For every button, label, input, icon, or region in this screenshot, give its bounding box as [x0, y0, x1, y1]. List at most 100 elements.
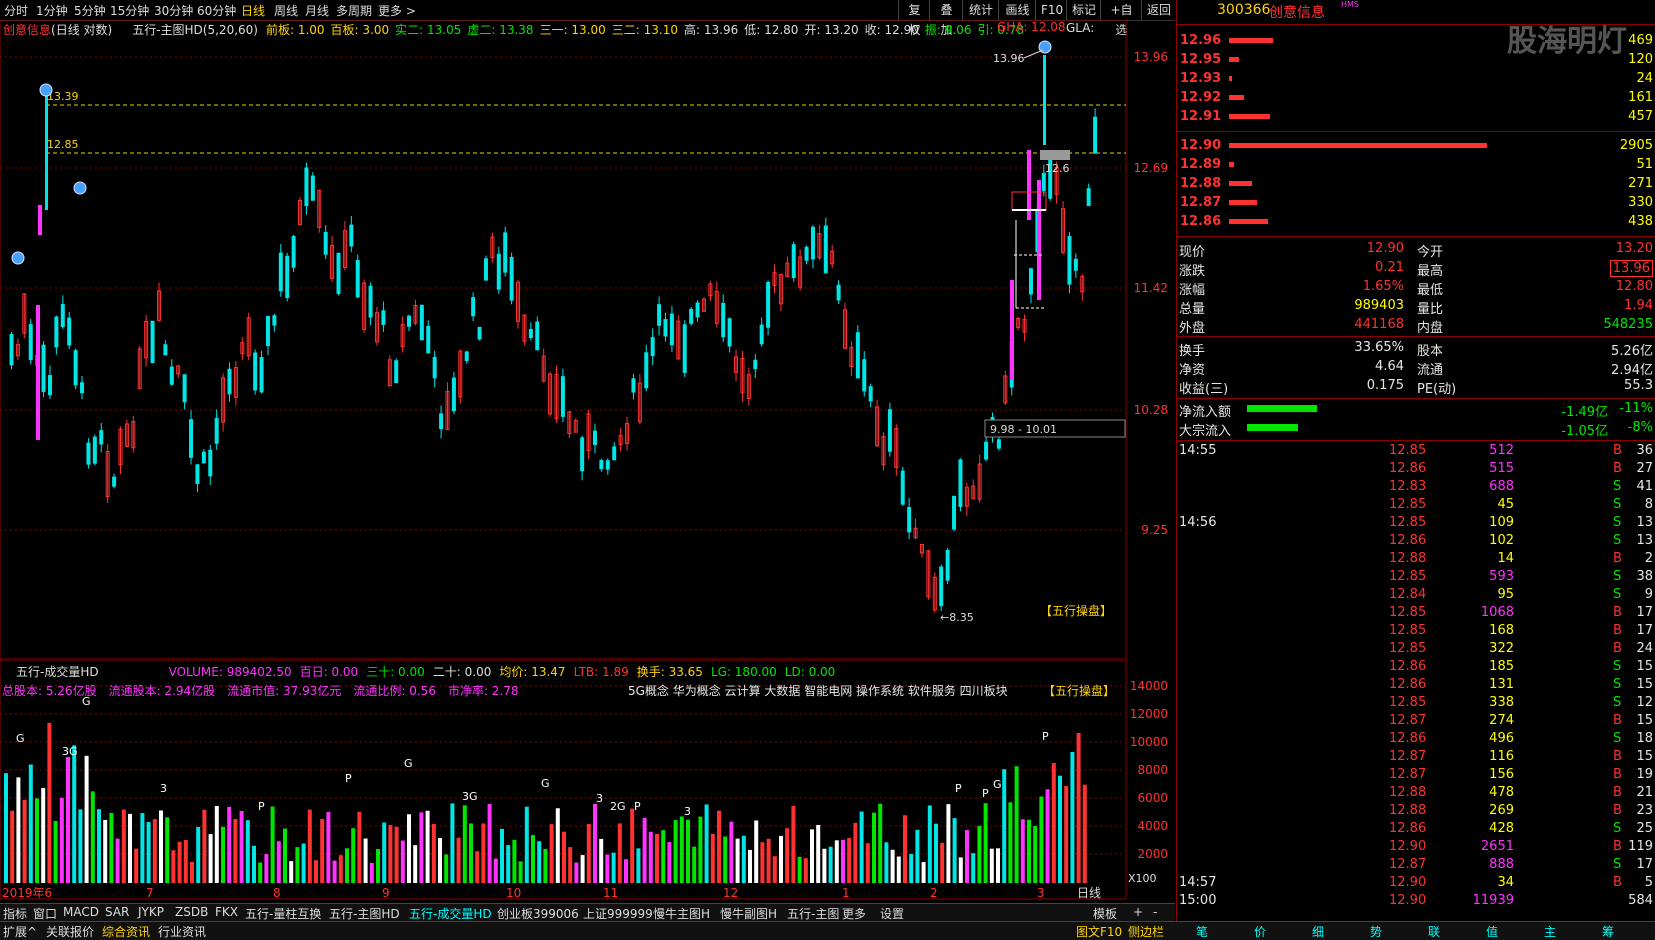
period-7[interactable]: 周线 [274, 2, 298, 19]
tab-16[interactable]: 设置 [880, 905, 904, 922]
toolbar-button-3[interactable]: 画线 [998, 0, 1036, 20]
tab-8[interactable]: 五行-主图HD [329, 905, 400, 922]
sell-level-3[interactable]: 12.93 24 [1177, 71, 1655, 89]
stat-value: 4.64 [1375, 359, 1404, 374]
period-5[interactable]: 60分钟 [197, 2, 236, 19]
buy-level-5[interactable]: 12.86 438 [1177, 214, 1655, 232]
time-axis-label: 2019年6 [2, 886, 52, 900]
tick-side: S [1613, 659, 1622, 674]
period-4[interactable]: 30分钟 [154, 2, 193, 19]
panel-tab-5[interactable]: 值 [1486, 923, 1498, 940]
panel-tab-4[interactable]: 联 [1428, 923, 1440, 940]
panel-tab-6[interactable]: 主 [1544, 923, 1556, 940]
tick-row: 12.86 102 S 13 [1177, 533, 1655, 551]
tab-0[interactable]: 指标 [3, 905, 27, 922]
tab-9[interactable]: 五行-成交量HD [409, 905, 492, 922]
toolbar-button-2[interactable]: 统计 [962, 0, 999, 20]
kline-chart[interactable]: 创意信息(日线 对数) 五行-主图HD(5,20,60) 前板: 1.00 百板: 3… [0, 20, 1175, 660]
tab-15[interactable]: 更多 [842, 905, 866, 922]
volume-chart[interactable]: 14000 12000 10000 8000 6000 4000 2000 X100 G 3G G P… [0, 660, 1175, 900]
period-8[interactable]: 月线 [305, 2, 329, 19]
toolbar-button-0[interactable]: 复权 [898, 0, 930, 37]
panel-tab-7[interactable]: 筹 [1602, 923, 1614, 940]
tick-price: 12.90 [1389, 875, 1427, 890]
high-price-label: 13.96 [993, 52, 1025, 65]
template-tab-1[interactable]: + [1133, 905, 1143, 919]
status-link-0[interactable]: 扩展^ [3, 923, 37, 940]
tick-price: 12.87 [1389, 749, 1427, 764]
period-6[interactable]: 日线 [241, 2, 265, 19]
tick-side: B [1613, 605, 1622, 620]
period-3[interactable]: 15分钟 [110, 2, 149, 19]
tab-4[interactable]: JYKP [138, 905, 164, 919]
tick-row: 12.85 593 S 38 [1177, 569, 1655, 587]
f10-link[interactable]: 图文F10 [1076, 923, 1122, 940]
volume-signal-label: P [1042, 730, 1049, 743]
tab-12[interactable]: 慢牛主图H [653, 905, 710, 922]
stat-value: 12.80 [1615, 279, 1653, 294]
stat-value: 989403 [1354, 298, 1404, 313]
buy-level-1[interactable]: 12.90 2905 [1177, 138, 1655, 156]
volume-signal-label: 3G [62, 745, 78, 758]
tab-11[interactable]: 上证999999 [583, 905, 653, 922]
volume-signal-label: 3 [684, 805, 691, 818]
tab-3[interactable]: SAR [105, 905, 129, 919]
buy-level-2[interactable]: 12.89 51 [1177, 157, 1655, 175]
template-tab-0[interactable]: 模板 [1093, 905, 1117, 922]
quote-stat-row: 总量 989403 量比 1.94 [1177, 298, 1655, 317]
tab-2[interactable]: MACD [63, 905, 99, 919]
tick-volume: 168 [1489, 623, 1514, 638]
toolbar-button-6[interactable]: +自选 [1100, 0, 1142, 37]
book-price: 12.87 [1180, 195, 1222, 210]
panel-tab-1[interactable]: 价 [1254, 923, 1266, 940]
tick-volume: 688 [1489, 479, 1514, 494]
sell-level-1[interactable]: 12.91 457 [1177, 109, 1655, 127]
tab-13[interactable]: 慢牛副图H [720, 905, 777, 922]
stat-label: 最低 [1417, 283, 1444, 298]
period-0[interactable]: 分时 [4, 2, 28, 19]
tab-1[interactable]: 窗口 [33, 905, 57, 922]
sell-level-2[interactable]: 12.92 161 [1177, 90, 1655, 108]
tab-7[interactable]: 五行-量柱互换 [245, 905, 321, 922]
tab-10[interactable]: 创业板399006 [497, 905, 579, 922]
panel-tab-0[interactable]: 笔 [1196, 923, 1208, 940]
tick-count: 8 [1644, 497, 1653, 512]
tick-side: S [1613, 515, 1622, 530]
stock-code: 300366 [1217, 2, 1271, 18]
sell-level-4[interactable]: 12.95 120 [1177, 52, 1655, 70]
toolbar-button-1[interactable]: 叠加 [929, 0, 963, 37]
period-1[interactable]: 1分钟 [36, 2, 68, 19]
tick-side: B [1613, 551, 1622, 566]
tab-6[interactable]: FKX [215, 905, 238, 919]
buy-level-3[interactable]: 12.88 271 [1177, 176, 1655, 194]
tick-row: 12.88 269 B 23 [1177, 803, 1655, 821]
tab-14[interactable]: 五行-主图 [787, 905, 839, 922]
tick-count: 15 [1636, 749, 1653, 764]
level-label-mid: 12.85 [47, 138, 79, 151]
toolbar-button-5[interactable]: 标记 [1066, 0, 1101, 20]
template-tab-2[interactable]: - [1153, 905, 1157, 919]
tick-row: 12.85 168 B 17 [1177, 623, 1655, 641]
sell-level-5[interactable]: 12.96 469 [1177, 33, 1655, 51]
period-10[interactable]: 更多 > [378, 2, 416, 19]
tab-5[interactable]: ZSDB [175, 905, 208, 919]
toolbar-button-7[interactable]: 返回 [1141, 0, 1176, 20]
volume-header-item: LG: 180.00 [710, 665, 777, 679]
status-link-2[interactable]: 综合资讯 [102, 923, 150, 940]
fundamental-row: 换手 33.65% 股本 5.26亿 [1177, 340, 1655, 359]
status-link-3[interactable]: 行业资讯 [158, 923, 206, 940]
panel-tab-3[interactable]: 势 [1370, 923, 1382, 940]
period-2[interactable]: 5分钟 [74, 2, 106, 19]
tick-side: S [1613, 479, 1622, 494]
sidebar-link[interactable]: 侧边栏 [1128, 923, 1164, 940]
tick-side: B [1613, 767, 1622, 782]
tick-row: 12.85 322 B 24 [1177, 641, 1655, 659]
buy-level-4[interactable]: 12.87 330 [1177, 195, 1655, 213]
status-link-1[interactable]: 关联报价 [46, 923, 94, 940]
volume-axis-label: 14000 [1130, 679, 1168, 693]
period-9[interactable]: 多周期 [336, 2, 372, 19]
panel-tab-2[interactable]: 细 [1312, 923, 1324, 940]
stat-label: 流通 [1417, 363, 1444, 378]
toolbar-button-4[interactable]: F10 [1035, 0, 1067, 20]
tick-volume: 2651 [1480, 839, 1514, 854]
